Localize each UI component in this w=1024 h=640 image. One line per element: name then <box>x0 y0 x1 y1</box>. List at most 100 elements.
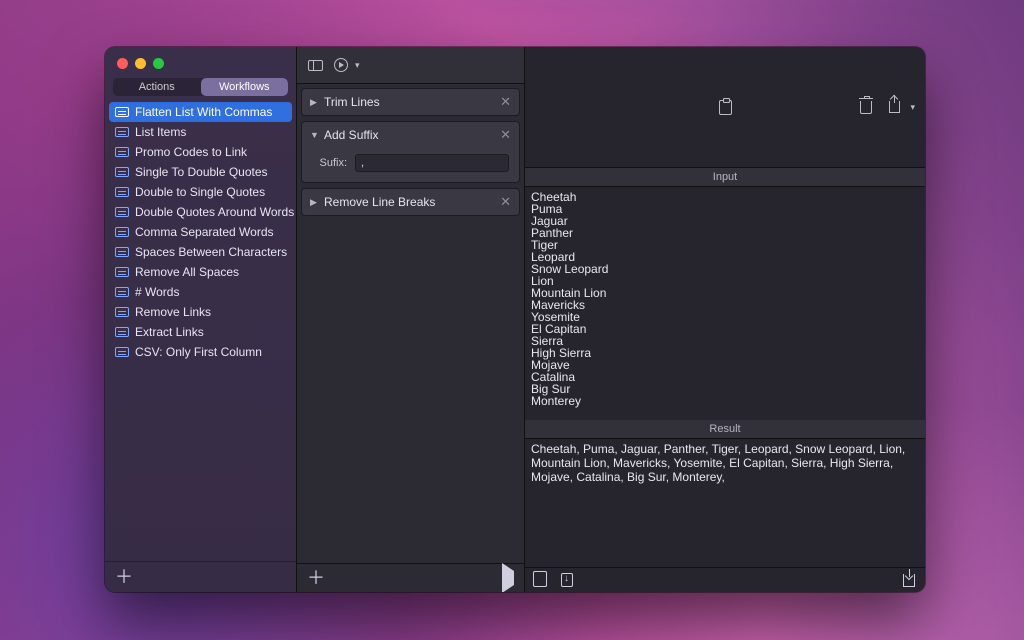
toggle-sidebar-button[interactable] <box>307 58 323 72</box>
input-textarea[interactable]: Cheetah Puma Jaguar Panther Tiger Leopar… <box>525 187 925 420</box>
tab-actions[interactable]: Actions <box>113 78 201 96</box>
export-icon <box>903 574 915 587</box>
play-circle-icon <box>334 58 348 72</box>
chevron-down-icon[interactable]: ▾ <box>910 102 915 113</box>
workflow-icon <box>115 267 129 277</box>
workflow-icon <box>115 107 129 117</box>
tab-workflows[interactable]: Workflows <box>201 78 289 96</box>
sidebar-item-label: Single To Double Quotes <box>135 165 268 179</box>
sidebar-item-workflow[interactable]: List Items <box>105 122 296 142</box>
workflow-step: ▼ Add Suffix ✕ Sufix: <box>301 121 520 183</box>
workflow-icon <box>115 207 129 217</box>
center-toolbar: ▾ <box>297 47 524 84</box>
sidebar-item-label: Double to Single Quotes <box>135 185 265 199</box>
share-icon <box>889 101 900 113</box>
run-menu-button[interactable] <box>333 58 349 72</box>
add-workflow-button[interactable]: ＋ <box>115 567 133 587</box>
paste-result-button[interactable] <box>559 573 575 587</box>
sidebar: Actions Workflows Flatten List With Comm… <box>105 47 297 592</box>
workflow-icon <box>115 147 129 157</box>
sidebar-item-label: Comma Separated Words <box>135 225 274 239</box>
step-body: Sufix: <box>302 148 519 182</box>
steps-column: ▾ ▶ Trim Lines ✕ ▼ Add Suffix ✕ Sufix: ▶ Remove … <box>297 47 525 592</box>
export-result-button[interactable] <box>901 573 917 587</box>
sidebar-item-label: List Items <box>135 125 186 139</box>
clipboard-icon <box>719 100 732 115</box>
sidebar-item-workflow[interactable]: CSV: Only First Column <box>105 342 296 362</box>
result-pane-label: Result <box>525 420 925 439</box>
sidebar-item-label: Extract Links <box>135 325 204 339</box>
step-title: Add Suffix <box>324 128 378 142</box>
chevron-down-icon[interactable]: ▾ <box>355 60 360 71</box>
workflow-icon <box>115 307 129 317</box>
sidebar-item-workflow[interactable]: Flatten List With Commas <box>109 102 292 122</box>
workflow-icon <box>115 327 129 337</box>
result-textarea[interactable]: Cheetah, Puma, Jaguar, Panther, Tiger, L… <box>525 439 925 567</box>
sidebar-item-workflow[interactable]: # Words <box>105 282 296 302</box>
workflow-icon <box>115 167 129 177</box>
disclosure-right-icon[interactable]: ▶ <box>310 97 318 108</box>
sidebar-item-label: Flatten List With Commas <box>135 105 272 119</box>
clipboard-button[interactable] <box>717 100 733 114</box>
sidebar-item-label: CSV: Only First Column <box>135 345 262 359</box>
sidebar-item-workflow[interactable]: Comma Separated Words <box>105 222 296 242</box>
remove-step-button[interactable]: ✕ <box>500 194 511 210</box>
disclosure-right-icon[interactable]: ▶ <box>310 197 318 208</box>
workflow-icon <box>115 187 129 197</box>
sidebar-icon <box>308 60 323 71</box>
step-title: Remove Line Breaks <box>324 195 435 209</box>
workflow-step: ▶ Trim Lines ✕ <box>301 88 520 116</box>
right-footer <box>525 567 925 592</box>
sidebar-item-workflow[interactable]: Single To Double Quotes <box>105 162 296 182</box>
share-button[interactable] <box>886 100 902 114</box>
workflow-icon <box>115 247 129 257</box>
sidebar-item-workflow[interactable]: Promo Codes to Link <box>105 142 296 162</box>
disclosure-down-icon[interactable]: ▼ <box>310 130 318 140</box>
sidebar-item-workflow[interactable]: Double Quotes Around Words <box>105 202 296 222</box>
delete-button[interactable] <box>858 100 874 114</box>
paste-icon <box>561 573 573 587</box>
sidebar-item-workflow[interactable]: Remove Links <box>105 302 296 322</box>
add-step-button[interactable]: ＋ <box>307 569 325 587</box>
sidebar-item-workflow[interactable]: Double to Single Quotes <box>105 182 296 202</box>
center-footer: ＋ <box>297 563 524 592</box>
sidebar-item-workflow[interactable]: Remove All Spaces <box>105 262 296 282</box>
io-column: ▾ Input Cheetah Puma Jaguar Panther Tige… <box>525 47 925 592</box>
remove-step-button[interactable]: ✕ <box>500 127 511 143</box>
copy-icon <box>535 573 547 587</box>
play-icon <box>502 563 514 592</box>
close-icon[interactable] <box>117 58 128 69</box>
sidebar-segmented-control[interactable]: Actions Workflows <box>113 78 288 96</box>
workflow-list: Flatten List With Commas List Items Promo … <box>105 102 296 561</box>
step-header[interactable]: ▶ Remove Line Breaks ✕ <box>302 189 519 215</box>
suffix-field[interactable] <box>355 154 509 172</box>
minimize-icon[interactable] <box>135 58 146 69</box>
sidebar-item-label: Double Quotes Around Words <box>135 205 294 219</box>
sidebar-footer: ＋ <box>105 561 296 592</box>
sidebar-item-label: Remove Links <box>135 305 211 319</box>
zoom-icon[interactable] <box>153 58 164 69</box>
workflow-icon <box>115 227 129 237</box>
sidebar-item-workflow[interactable]: Extract Links <box>105 322 296 342</box>
sidebar-item-label: # Words <box>135 285 179 299</box>
sidebar-item-label: Remove All Spaces <box>135 265 239 279</box>
sidebar-item-label: Promo Codes to Link <box>135 145 247 159</box>
workflow-icon <box>115 347 129 357</box>
run-button[interactable] <box>502 571 514 585</box>
copy-result-button[interactable] <box>533 573 549 587</box>
sidebar-item-workflow[interactable]: Spaces Between Characters <box>105 242 296 262</box>
workflow-icon <box>115 127 129 137</box>
workflow-step: ▶ Remove Line Breaks ✕ <box>301 188 520 216</box>
app-window: Actions Workflows Flatten List With Comm… <box>105 47 925 592</box>
steps-list: ▶ Trim Lines ✕ ▼ Add Suffix ✕ Sufix: ▶ Remove Li… <box>297 84 524 563</box>
step-header[interactable]: ▼ Add Suffix ✕ <box>302 122 519 148</box>
step-title: Trim Lines <box>324 95 380 109</box>
remove-step-button[interactable]: ✕ <box>500 94 511 110</box>
right-toolbar: ▾ <box>525 47 925 168</box>
trash-icon <box>860 101 872 114</box>
step-header[interactable]: ▶ Trim Lines ✕ <box>302 89 519 115</box>
step-field-label: Sufix: <box>312 157 347 169</box>
window-controls <box>105 47 296 77</box>
input-pane-label: Input <box>525 168 925 187</box>
workflow-icon <box>115 287 129 297</box>
